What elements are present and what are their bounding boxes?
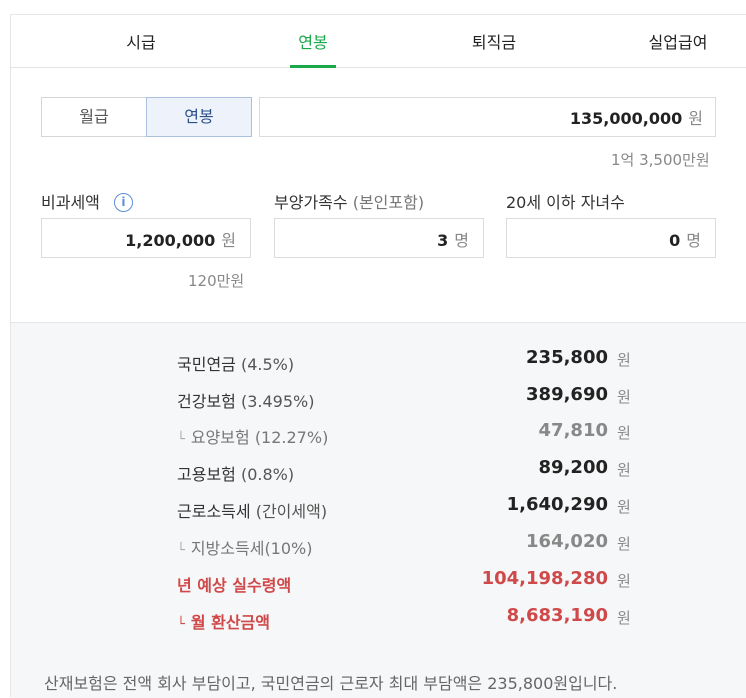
- result-row-monthly-net: └ 월 환산금액 8,683,190 원: [177, 605, 631, 632]
- info-icon[interactable]: i: [113, 193, 133, 212]
- result-row-employment: 고용보험 (0.8%) 89,200 원: [177, 457, 631, 484]
- result-row-income-tax: 근로소득세 (간이세액) 1,640,290 원: [177, 494, 631, 521]
- result-row-pension: 국민연금 (4.5%) 235,800 원: [177, 347, 631, 374]
- dependents-label: 부양가족수 (본인포함): [274, 193, 425, 212]
- children-input[interactable]: 0명: [506, 218, 716, 258]
- active-tab-indicator: [290, 65, 336, 68]
- monthly-toggle-button[interactable]: 월급: [41, 97, 147, 137]
- tab-severance[interactable]: 퇴직금: [454, 15, 534, 67]
- result-row-local-tax: └ 지방소득세(10%) 164,020 원: [177, 531, 631, 558]
- calculator-tabs: 시급 연봉 퇴직금 실업급여: [11, 15, 746, 68]
- tab-hourly[interactable]: 시급: [101, 15, 181, 67]
- annual-toggle-button[interactable]: 연봉: [146, 97, 252, 137]
- result-row-annual-net: 년 예상 실수령액 104,198,280 원: [177, 568, 631, 595]
- dependents-input[interactable]: 3명: [274, 218, 484, 258]
- salary-unit: 원: [688, 109, 703, 128]
- footnote: 산재보험은 전액 회사 부담이고, 국민연금의 근로자 최대 부담액은 235,…: [44, 674, 618, 693]
- result-row-longterm-care: └ 요양보험 (12.27%) 47,810 원: [177, 420, 631, 447]
- nontax-label: 비과세액 i: [41, 189, 133, 213]
- result-row-health: 건강보험 (3.495%) 389,690 원: [177, 384, 631, 411]
- salary-value: 135,000,000: [569, 109, 683, 128]
- results-panel: 국민연금 (4.5%) 235,800 원 건강보험 (3.495%) 389,6…: [11, 322, 746, 698]
- salary-input[interactable]: 135,000,000 원: [259, 97, 716, 137]
- nontax-input[interactable]: 1,200,000 원: [41, 218, 251, 258]
- children-label: 20세 이하 자녀수: [506, 193, 625, 212]
- tab-annual[interactable]: 연봉: [290, 15, 336, 68]
- nontax-hint: 120만원: [188, 272, 245, 290]
- salary-hint: 1억 3,500만원: [611, 151, 710, 169]
- tab-unemployment[interactable]: 실업급여: [633, 15, 723, 67]
